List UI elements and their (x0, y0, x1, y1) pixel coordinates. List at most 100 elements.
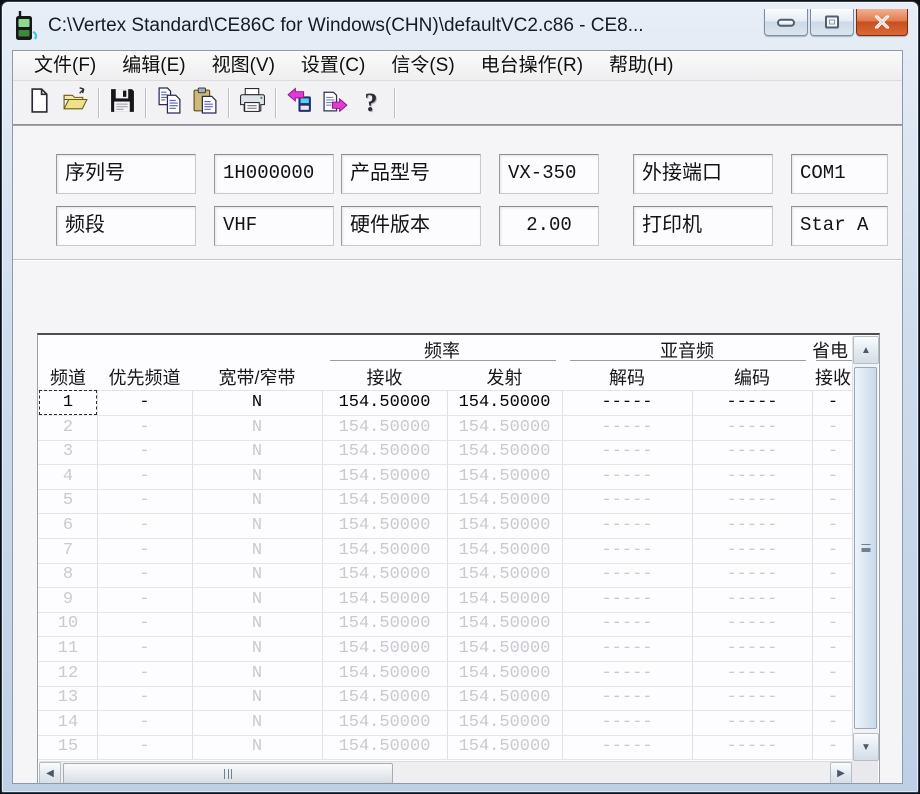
table-cell[interactable]: ----- (692, 391, 812, 415)
table-cell[interactable]: 154.50000 (322, 416, 447, 440)
table-cell[interactable]: ----- (562, 735, 692, 759)
table-cell[interactable]: ----- (562, 391, 692, 415)
table-cell[interactable]: - (97, 514, 192, 538)
table-cell[interactable]: ----- (562, 489, 692, 513)
table-cell[interactable]: ----- (562, 440, 692, 464)
table-cell[interactable]: N (192, 391, 322, 415)
table-cell[interactable]: ----- (692, 735, 812, 759)
menu-edit[interactable]: 编辑(E) (109, 51, 198, 80)
table-cell[interactable]: 2 (39, 416, 97, 440)
table-cell[interactable]: 154.50000 (447, 465, 562, 489)
menu-file[interactable]: 文件(F) (21, 51, 109, 80)
new-file-button[interactable] (21, 86, 57, 120)
table-cell[interactable]: 154.50000 (447, 711, 562, 735)
scroll-down-button[interactable]: ▼ (853, 733, 879, 761)
table-cell[interactable]: ----- (692, 465, 812, 489)
table-cell[interactable]: - (97, 416, 192, 440)
table-row[interactable]: 11-N154.50000154.50000----------- (38, 637, 854, 662)
table-cell[interactable]: - (97, 735, 192, 759)
table-cell[interactable]: ----- (562, 588, 692, 612)
table-cell[interactable]: - (812, 539, 854, 563)
save-button[interactable] (104, 86, 140, 120)
table-cell[interactable]: N (192, 662, 322, 686)
table-cell[interactable]: - (812, 440, 854, 464)
table-row[interactable]: 15-N154.50000154.50000----------- (38, 735, 854, 760)
table-cell[interactable]: N (192, 711, 322, 735)
table-cell[interactable]: - (97, 711, 192, 735)
table-cell[interactable]: 154.50000 (447, 662, 562, 686)
table-row[interactable]: 1-N154.50000154.50000----------- (38, 391, 854, 416)
table-cell[interactable]: 11 (39, 637, 97, 661)
table-cell[interactable]: N (192, 539, 322, 563)
table-cell[interactable]: ----- (692, 489, 812, 513)
table-cell[interactable]: - (812, 563, 854, 587)
table-cell[interactable]: N (192, 416, 322, 440)
menu-settings[interactable]: 设置(C) (288, 51, 378, 80)
table-cell[interactable]: ----- (562, 612, 692, 636)
table-cell[interactable]: 154.50000 (322, 735, 447, 759)
table-cell[interactable]: N (192, 489, 322, 513)
table-cell[interactable]: ----- (692, 637, 812, 661)
vertical-scroll-thumb[interactable] (854, 367, 877, 729)
table-cell[interactable]: - (97, 440, 192, 464)
table-cell[interactable]: ----- (562, 711, 692, 735)
close-button[interactable] (856, 9, 908, 36)
table-cell[interactable]: 154.50000 (322, 465, 447, 489)
table-cell[interactable]: - (812, 735, 854, 759)
table-cell[interactable]: 154.50000 (322, 711, 447, 735)
table-cell[interactable]: - (97, 465, 192, 489)
table-cell[interactable]: 154.50000 (447, 391, 562, 415)
title-bar[interactable]: C:\Vertex Standard\CE86C for Windows(CHN… (2, 2, 918, 50)
table-cell[interactable]: 154.50000 (322, 514, 447, 538)
table-cell[interactable]: - (97, 489, 192, 513)
table-cell[interactable]: 154.50000 (447, 514, 562, 538)
channel-table[interactable]: 频率亚音频省电频道优先频道宽带/窄带接收发射解码编码接收 1-N154.5000… (37, 333, 880, 783)
scroll-right-button[interactable]: ▶ (830, 762, 852, 783)
table-cell[interactable]: ----- (692, 588, 812, 612)
table-cell[interactable]: 154.50000 (447, 735, 562, 759)
table-cell[interactable]: N (192, 440, 322, 464)
table-cell[interactable]: 15 (39, 735, 97, 759)
table-cell[interactable]: ----- (562, 637, 692, 661)
table-cell[interactable]: - (812, 514, 854, 538)
menu-view[interactable]: 视图(V) (199, 51, 288, 80)
table-cell[interactable]: - (812, 662, 854, 686)
table-cell[interactable]: - (812, 637, 854, 661)
table-cell[interactable]: 154.50000 (447, 686, 562, 710)
table-cell[interactable]: 10 (39, 612, 97, 636)
table-cell[interactable]: 154.50000 (447, 612, 562, 636)
help-button[interactable]: ? (353, 86, 389, 120)
table-cell[interactable]: - (812, 489, 854, 513)
table-cell[interactable]: 154.50000 (322, 391, 447, 415)
table-cell[interactable]: 154.50000 (447, 563, 562, 587)
open-file-button[interactable] (57, 86, 93, 120)
table-cell[interactable]: 154.50000 (322, 588, 447, 612)
table-row[interactable]: 5-N154.50000154.50000----------- (38, 489, 854, 514)
table-cell[interactable]: N (192, 588, 322, 612)
table-row[interactable]: 13-N154.50000154.50000----------- (38, 686, 854, 711)
table-cell[interactable]: N (192, 686, 322, 710)
table-cell[interactable]: N (192, 637, 322, 661)
table-row[interactable]: 14-N154.50000154.50000----------- (38, 711, 854, 736)
menu-signaling[interactable]: 信令(S) (378, 51, 467, 80)
table-row[interactable]: 10-N154.50000154.50000----------- (38, 612, 854, 637)
table-cell[interactable]: ----- (562, 514, 692, 538)
minimize-button[interactable] (764, 9, 808, 36)
table-cell[interactable]: 154.50000 (447, 588, 562, 612)
horizontal-scroll-thumb[interactable] (63, 763, 393, 783)
table-cell[interactable]: 154.50000 (447, 539, 562, 563)
table-cell[interactable]: ----- (562, 465, 692, 489)
table-cell[interactable]: 154.50000 (447, 489, 562, 513)
table-cell[interactable]: 154.50000 (322, 539, 447, 563)
table-cell[interactable]: 14 (39, 711, 97, 735)
table-cell[interactable]: 154.50000 (322, 563, 447, 587)
table-cell[interactable]: - (812, 465, 854, 489)
table-row[interactable]: 6-N154.50000154.50000----------- (38, 514, 854, 539)
table-cell[interactable]: 6 (39, 514, 97, 538)
print-button[interactable] (234, 86, 270, 120)
table-cell[interactable]: 154.50000 (322, 637, 447, 661)
paste-button[interactable] (187, 86, 223, 120)
table-cell[interactable]: 4 (39, 465, 97, 489)
table-cell[interactable]: - (97, 539, 192, 563)
table-cell[interactable]: 7 (39, 539, 97, 563)
